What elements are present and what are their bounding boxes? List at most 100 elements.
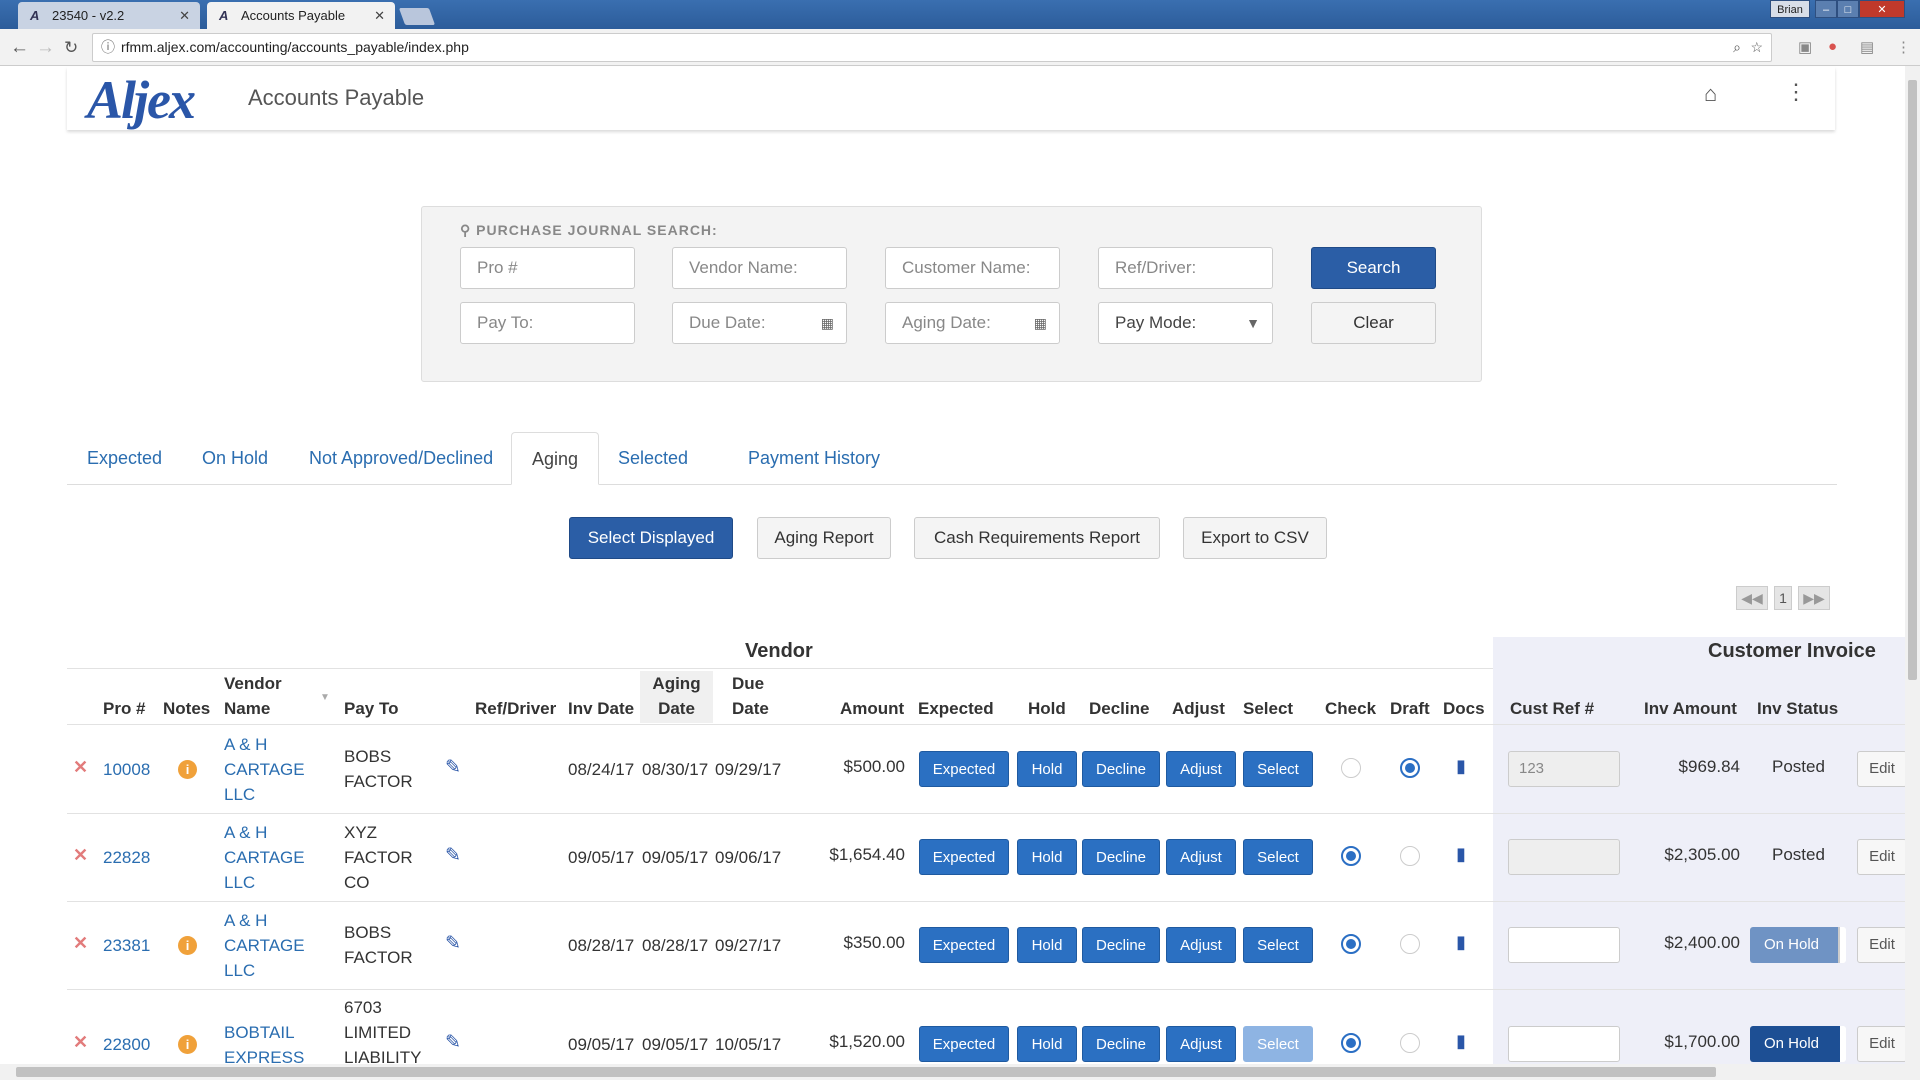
pay-mode-select[interactable]: Pay Mode:▼	[1098, 302, 1273, 344]
delete-icon[interactable]: ✕	[73, 845, 88, 866]
vendor-name-field[interactable]: Vendor Name:	[672, 247, 847, 289]
check-radio[interactable]	[1341, 758, 1361, 778]
on-hold-toggle[interactable]: On Hold	[1750, 927, 1846, 963]
col-due-date[interactable]: DueDate	[732, 671, 769, 721]
draft-radio[interactable]	[1400, 934, 1420, 954]
export-csv-button[interactable]: Export to CSV	[1183, 517, 1327, 559]
more-options-icon[interactable]: ⋮	[1785, 79, 1807, 105]
vendor-link[interactable]: A & HCARTAGELLC	[224, 820, 305, 895]
cust-ref-input[interactable]	[1508, 839, 1620, 875]
expected-button[interactable]: Expected	[919, 1026, 1009, 1062]
tab-payment-history[interactable]: Payment History	[728, 432, 900, 485]
draft-radio[interactable]	[1400, 846, 1420, 866]
notes-icon[interactable]: i	[178, 1035, 197, 1054]
minimize-button[interactable]: –	[1815, 0, 1837, 18]
tab-aging[interactable]: Aging	[511, 432, 599, 485]
document-icon[interactable]: ▮	[1456, 756, 1466, 777]
vendor-link[interactable]: BOBTAILEXPRESS	[224, 1020, 304, 1070]
document-icon[interactable]: ▮	[1456, 932, 1466, 953]
home-icon[interactable]: ⌂	[1704, 81, 1717, 107]
select-button[interactable]: Select	[1243, 751, 1313, 787]
col-amount[interactable]: Amount	[840, 696, 904, 721]
adjust-button[interactable]: Adjust	[1166, 839, 1236, 875]
edit-pencil-icon[interactable]: ✎	[445, 932, 461, 955]
edit-pencil-icon[interactable]: ✎	[445, 756, 461, 779]
close-icon[interactable]: ✕	[374, 2, 385, 29]
edit-button[interactable]: Edit	[1857, 839, 1907, 875]
close-icon[interactable]: ✕	[179, 2, 190, 29]
hold-button[interactable]: Hold	[1017, 839, 1077, 875]
hold-button[interactable]: Hold	[1017, 1026, 1077, 1062]
col-pro[interactable]: Pro #	[103, 696, 146, 721]
cash-requirements-report-button[interactable]: Cash Requirements Report	[914, 517, 1160, 559]
aging-date-field[interactable]: Aging Date:▦	[885, 302, 1060, 344]
edit-pencil-icon[interactable]: ✎	[445, 1031, 461, 1054]
star-icon[interactable]: ☆	[1750, 34, 1763, 61]
profile-button[interactable]: Brian	[1770, 0, 1810, 18]
cust-ref-input[interactable]: 123	[1508, 751, 1620, 787]
adjust-button[interactable]: Adjust	[1166, 751, 1236, 787]
extension-icon[interactable]: ▤	[1860, 38, 1874, 56]
adjust-button[interactable]: Adjust	[1166, 1026, 1236, 1062]
cust-ref-input[interactable]	[1508, 1026, 1620, 1062]
browser-tab-active[interactable]: A Accounts Payable ✕	[207, 2, 395, 29]
cust-ref-input[interactable]	[1508, 927, 1620, 963]
vendor-link[interactable]: A & HCARTAGELLC	[224, 732, 305, 807]
edit-button[interactable]: Edit	[1857, 1026, 1907, 1062]
col-cust-ref[interactable]: Cust Ref #	[1510, 696, 1594, 721]
extension-icon[interactable]: ▣	[1798, 38, 1812, 56]
edit-button[interactable]: Edit	[1857, 751, 1907, 787]
expected-button[interactable]: Expected	[919, 927, 1009, 963]
select-button[interactable]: Select	[1243, 839, 1313, 875]
tab-expected[interactable]: Expected	[67, 432, 182, 485]
col-aging-date[interactable]: AgingDate	[640, 671, 713, 723]
tab-on-hold[interactable]: On Hold	[182, 432, 288, 485]
menu-icon[interactable]: ⋮	[1896, 38, 1911, 56]
check-radio[interactable]	[1341, 1033, 1361, 1053]
col-inv-status[interactable]: Inv Status	[1757, 696, 1838, 721]
select-button[interactable]: Select	[1243, 1026, 1313, 1062]
address-bar[interactable]: ⓘ rfmm.aljex.com/accounting/accounts_pay…	[92, 33, 1772, 62]
scrollbar-thumb[interactable]	[16, 1067, 1716, 1077]
decline-button[interactable]: Decline	[1082, 839, 1160, 875]
aging-report-button[interactable]: Aging Report	[757, 517, 891, 559]
pager-page[interactable]: 1	[1774, 586, 1792, 610]
document-icon[interactable]: ▮	[1456, 844, 1466, 865]
col-pay-to[interactable]: Pay To	[344, 696, 398, 721]
due-date-field[interactable]: Due Date:▦	[672, 302, 847, 344]
forward-icon[interactable]: →	[36, 29, 55, 66]
decline-button[interactable]: Decline	[1082, 927, 1160, 963]
hold-button[interactable]: Hold	[1017, 751, 1077, 787]
close-window-button[interactable]: ✕	[1859, 0, 1905, 18]
clear-button[interactable]: Clear	[1311, 302, 1436, 344]
pro-link[interactable]: 23381	[103, 933, 150, 958]
pro-link[interactable]: 10008	[103, 757, 150, 782]
info-icon[interactable]: ⓘ	[101, 34, 115, 61]
sort-icon[interactable]: ▼	[320, 685, 330, 710]
zoom-icon[interactable]: ⌕	[1733, 34, 1741, 61]
reload-icon[interactable]: ↻	[64, 29, 78, 66]
vendor-link[interactable]: A & HCARTAGELLC	[224, 908, 305, 983]
col-notes[interactable]: Notes	[163, 696, 210, 721]
draft-radio[interactable]	[1400, 758, 1420, 778]
select-displayed-button[interactable]: Select Displayed	[569, 517, 733, 559]
maximize-button[interactable]: □	[1837, 0, 1859, 18]
select-button[interactable]: Select	[1243, 927, 1313, 963]
document-icon[interactable]: ▮	[1456, 1031, 1466, 1052]
draft-radio[interactable]	[1400, 1033, 1420, 1053]
notes-icon[interactable]: i	[178, 936, 197, 955]
back-icon[interactable]: ←	[10, 29, 29, 66]
pro-link[interactable]: 22828	[103, 845, 150, 870]
edit-pencil-icon[interactable]: ✎	[445, 844, 461, 867]
browser-tab[interactable]: A 23540 - v2.2 ✕	[18, 2, 200, 29]
tab-selected[interactable]: Selected	[598, 432, 708, 485]
notes-icon[interactable]: i	[178, 760, 197, 779]
col-vendor-name[interactable]: VendorName	[224, 671, 282, 721]
calendar-icon[interactable]: ▦	[1034, 303, 1047, 343]
customer-name-field[interactable]: Customer Name:	[885, 247, 1060, 289]
horizontal-scrollbar[interactable]	[0, 1064, 1905, 1080]
pager-next-button[interactable]: ▶▶	[1798, 586, 1830, 610]
pay-to-field[interactable]: Pay To:	[460, 302, 635, 344]
search-button[interactable]: Search	[1311, 247, 1436, 289]
pro-link[interactable]: 22800	[103, 1032, 150, 1057]
